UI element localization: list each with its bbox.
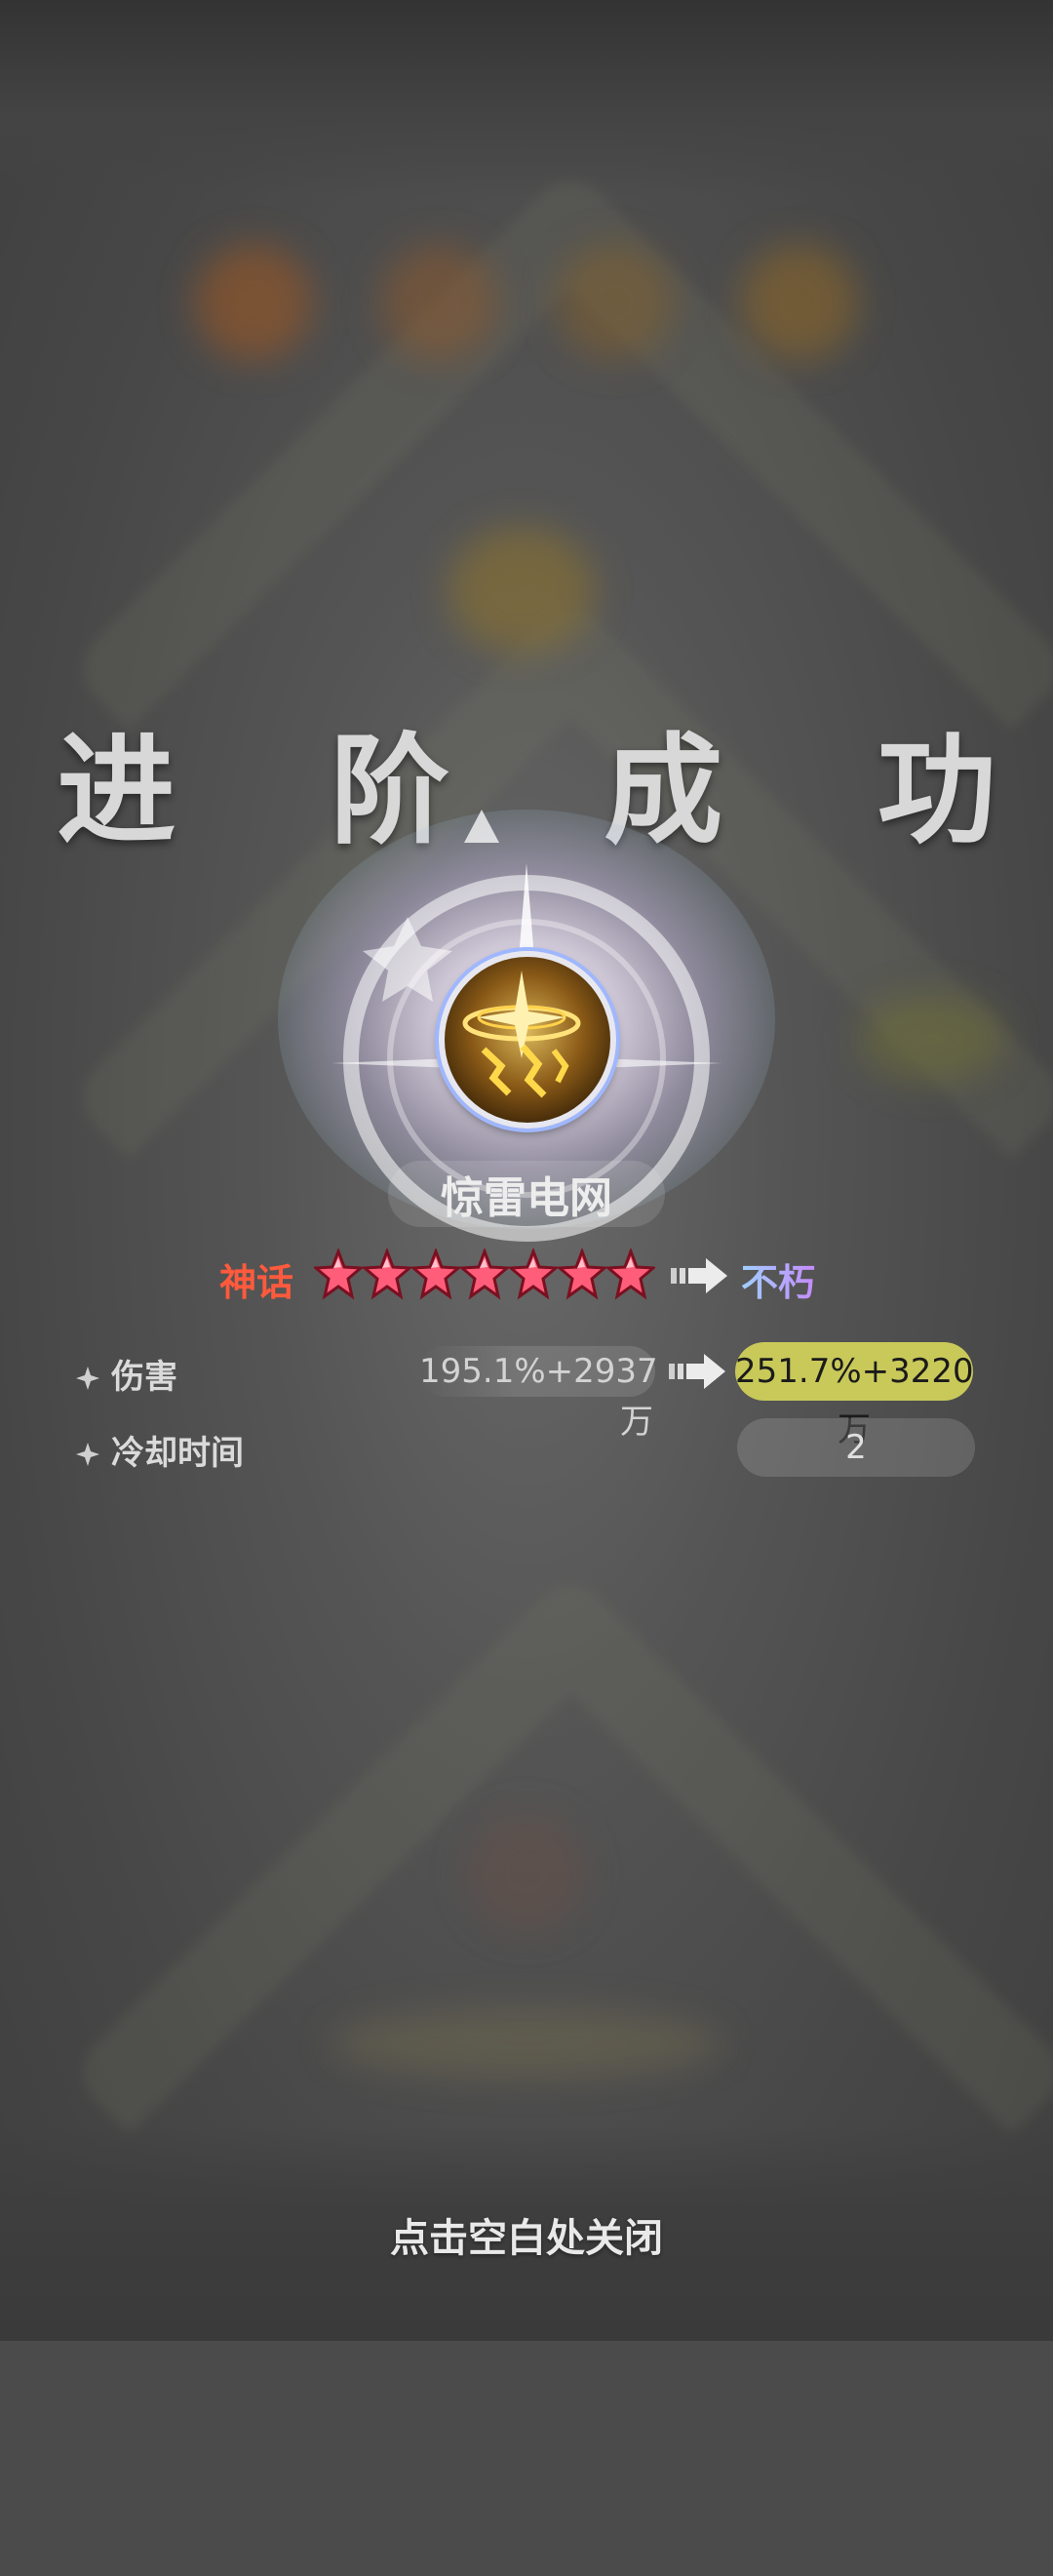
stat-label: 伤害 [76, 1350, 177, 1398]
rank-row: 神话 不朽 [0, 1248, 1053, 1307]
bg-blob [332, 2009, 722, 2078]
bg-blob [556, 244, 673, 361]
star-icon [509, 1248, 558, 1300]
sparkle-icon [76, 1443, 99, 1466]
stat-row-damage: 伤害 195.1%+2937万 251.7%+3220万 [0, 1340, 1053, 1449]
star-icon [460, 1248, 509, 1300]
skill-icon [439, 951, 616, 1129]
rank-from-label: 神话 [219, 1261, 294, 1304]
skill-name: 惊雷电网 [388, 1161, 665, 1227]
close-hint[interactable]: 点击空白处关闭 [0, 2206, 1053, 2263]
triangle-marker-icon [464, 810, 499, 843]
bg-blob [380, 244, 497, 361]
star-icon [314, 1248, 363, 1300]
arrow-right-icon [669, 1354, 725, 1389]
rank-to-label: 不朽 [741, 1252, 815, 1306]
bg-blob [448, 527, 595, 654]
star-icon [606, 1248, 655, 1300]
sparkle-icon [76, 1367, 99, 1390]
bg-blob [741, 244, 858, 361]
arrow-right-icon [671, 1258, 727, 1293]
stat-value: 2 [737, 1418, 975, 1477]
bg-blob [195, 244, 312, 361]
bg-blob [468, 1814, 585, 1931]
stat-row-cooldown: 冷却时间 2 [0, 1416, 1053, 1479]
top-band [0, 0, 1053, 195]
star-icon [411, 1248, 460, 1300]
stat-old-value: 195.1%+2937万 [419, 1346, 658, 1442]
stat-new-value: 251.7%+3220万 [735, 1342, 974, 1449]
star-icon [558, 1248, 606, 1300]
lightning-net-icon [462, 971, 581, 1098]
star-rating [314, 1248, 655, 1301]
bg-blob [858, 995, 1004, 1083]
star-icon [363, 1248, 411, 1300]
stat-label: 冷却时间 [76, 1426, 244, 1474]
